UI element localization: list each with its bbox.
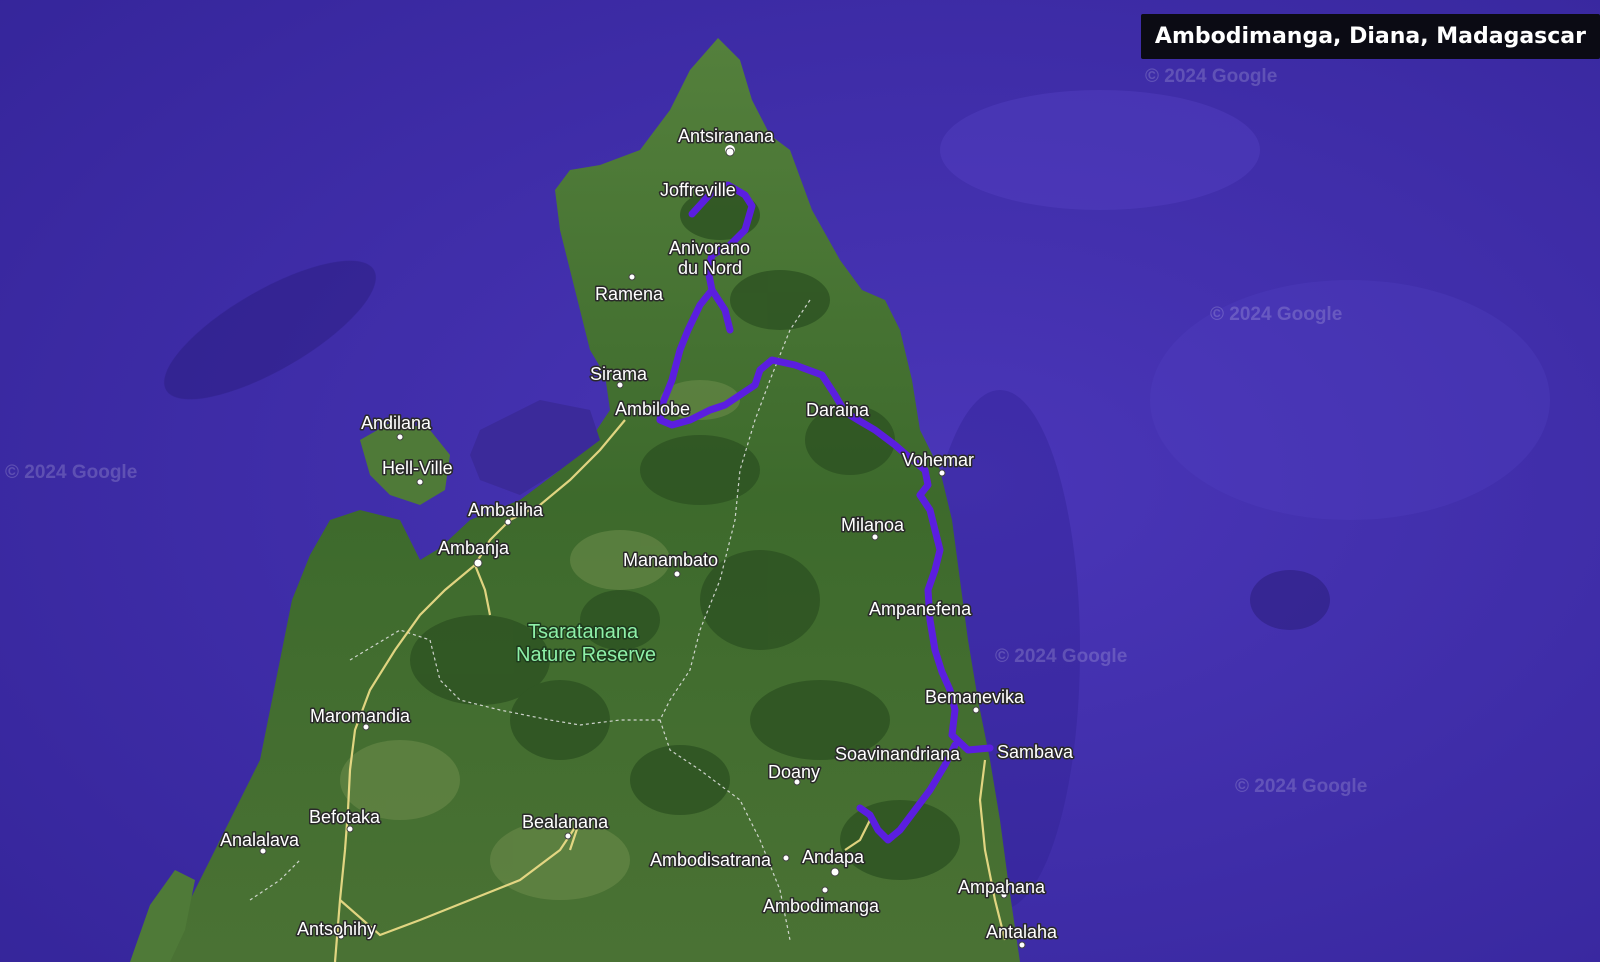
- label-bealanana[interactable]: Bealanana: [521, 811, 611, 834]
- label-befotaka[interactable]: Befotaka: [308, 806, 383, 829]
- watermark-1: © 2024 Google: [1145, 66, 1277, 87]
- reserve-label-line1[interactable]: Tsaratanana: [527, 620, 641, 645]
- label-ambodisatrana[interactable]: Ambodisatrana: [649, 849, 774, 872]
- label-vohemar[interactable]: Vohemar: [901, 449, 976, 472]
- label-sambava[interactable]: Sambava: [996, 741, 1076, 764]
- label-maromandia[interactable]: Maromandia: [309, 705, 413, 728]
- map-view[interactable]: © 2024 Google © 2024 Google © 2024 Googl…: [0, 0, 1600, 962]
- label-hellville[interactable]: Hell-Ville: [381, 457, 455, 480]
- label-daraina[interactable]: Daraina: [805, 399, 872, 422]
- watermark-5: © 2024 Google: [1235, 776, 1367, 797]
- label-bemanevika[interactable]: Bemanevika: [924, 686, 1027, 709]
- label-milanoa[interactable]: Milanoa: [840, 514, 907, 537]
- watermark-4: © 2024 Google: [995, 646, 1127, 667]
- label-ampanefena[interactable]: Ampanefena: [868, 598, 974, 621]
- label-ambodimanga[interactable]: Ambodimanga: [762, 895, 882, 918]
- reserve-label-line2[interactable]: Nature Reserve: [515, 643, 658, 668]
- label-soavinandriana[interactable]: Soavinandriana: [834, 743, 963, 766]
- label-ramena[interactable]: Ramena: [594, 283, 666, 306]
- watermark-3: © 2024 Google: [5, 462, 137, 483]
- label-ampahana[interactable]: Ampahana: [957, 876, 1048, 899]
- satellite-map[interactable]: © 2024 Google © 2024 Google © 2024 Googl…: [0, 0, 1600, 962]
- label-andapa[interactable]: Andapa: [801, 846, 867, 869]
- label-manambato[interactable]: Manambato: [622, 549, 720, 572]
- label-ambaliha[interactable]: Ambaliha: [467, 499, 546, 522]
- label-andilana[interactable]: Andilana: [360, 412, 434, 435]
- label-anivorano-line2[interactable]: du Nord: [677, 257, 744, 280]
- label-joffreville[interactable]: Joffreville: [659, 179, 738, 202]
- label-antsiranana[interactable]: Antsiranana: [677, 125, 777, 148]
- label-antsohihy[interactable]: Antsohihy: [296, 918, 378, 941]
- label-ambilobe[interactable]: Ambilobe: [614, 398, 692, 421]
- label-analalava[interactable]: Analalava: [219, 829, 302, 852]
- location-title: Ambodimanga, Diana, Madagascar: [1140, 14, 1600, 59]
- label-ambanja[interactable]: Ambanja: [437, 537, 512, 560]
- label-doany[interactable]: Doany: [767, 761, 822, 784]
- label-antalaha[interactable]: Antalaha: [985, 921, 1060, 944]
- label-anivorano-line1[interactable]: Anivorano: [668, 237, 752, 260]
- watermark-2: © 2024 Google: [1210, 304, 1342, 325]
- label-sirama[interactable]: Sirama: [589, 363, 650, 386]
